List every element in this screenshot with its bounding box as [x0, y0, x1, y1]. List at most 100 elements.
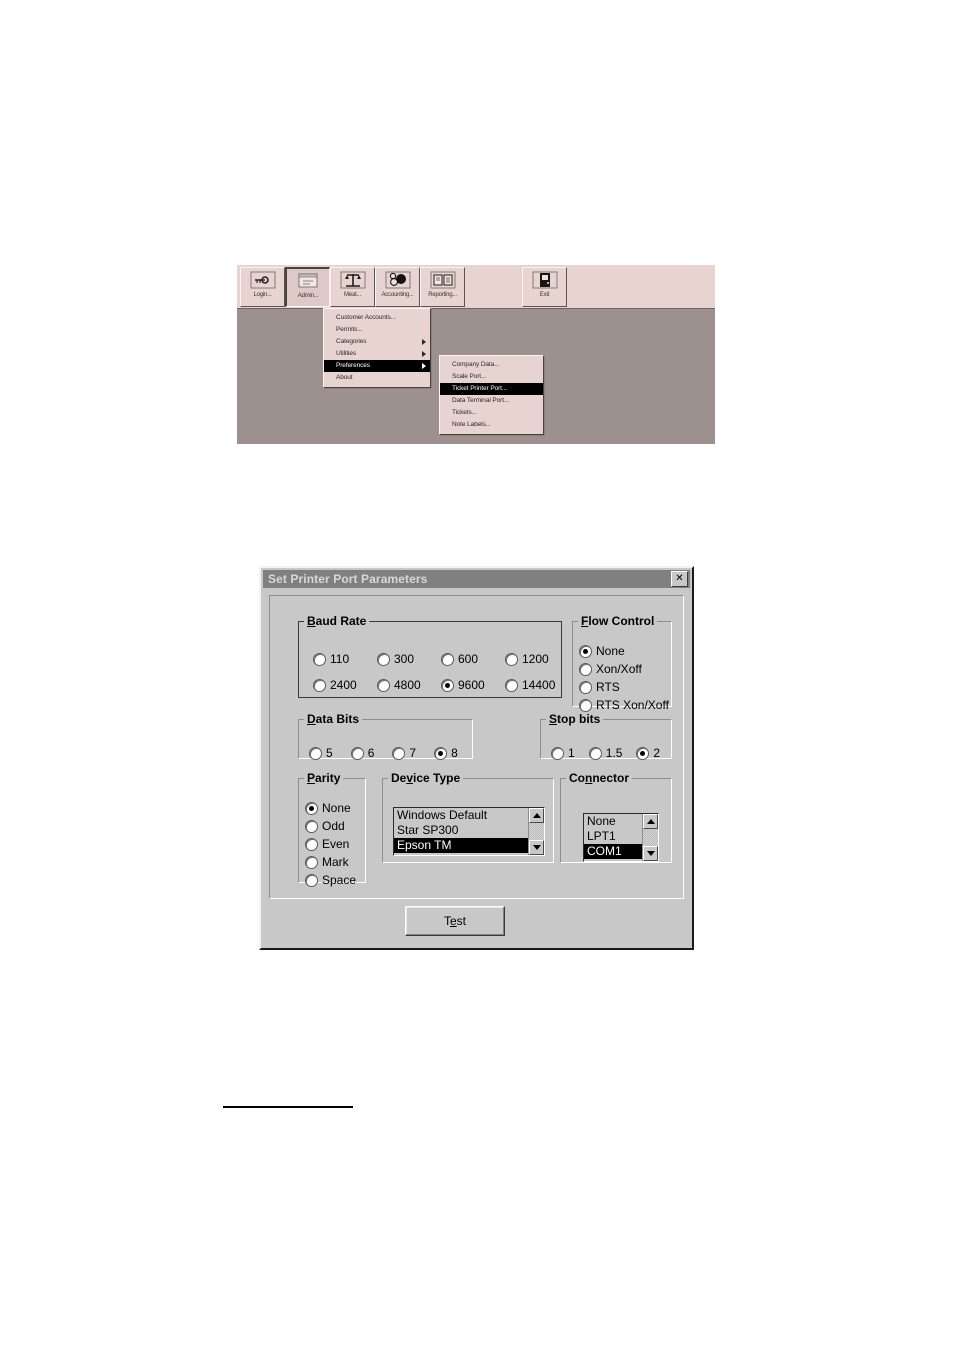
- scroll-down-button[interactable]: [529, 840, 544, 855]
- menu-item-permits[interactable]: Permits...: [324, 324, 430, 336]
- radio-baud-300[interactable]: 300: [377, 652, 419, 666]
- admin-dropdown-menu: Customer Accounts... Permits... Categori…: [323, 308, 431, 388]
- radio-dot: [350, 746, 364, 760]
- dialog-titlebar[interactable]: Set Printer Port Parameters ✕: [263, 570, 690, 588]
- close-icon[interactable]: ✕: [671, 571, 688, 587]
- radio-dot: [313, 678, 326, 692]
- radio-databits-5[interactable]: 5: [309, 746, 333, 760]
- radio-stopbits-1-5[interactable]: 1.5: [588, 746, 622, 760]
- menu-item-label: Company Data...: [452, 361, 500, 368]
- menu-item-utilities[interactable]: Utilities: [324, 348, 430, 360]
- radio-dot: [588, 746, 602, 760]
- radio-baud-1200[interactable]: 1200: [505, 652, 553, 666]
- device-type-listbox[interactable]: Windows Default Star SP300 Epson TM: [393, 807, 545, 856]
- radio-dot: [579, 680, 592, 694]
- toolbar-button-login-label: Login...: [253, 292, 272, 298]
- radio-dot: [305, 855, 318, 869]
- device-type-options: Windows Default Star SP300 Epson TM: [394, 808, 528, 855]
- toolbar-button-admin-label: Admin...: [297, 293, 319, 299]
- radio-flow-rts[interactable]: RTS: [579, 680, 669, 694]
- radio-parity-none[interactable]: None: [305, 801, 356, 815]
- radio-dot: [392, 746, 406, 760]
- triangle-up-icon: [646, 819, 655, 824]
- dialog-title: Set Printer Port Parameters: [268, 572, 428, 586]
- radio-flow-none[interactable]: None: [579, 644, 669, 658]
- radio-label: 6: [367, 746, 375, 760]
- toolbar-button-meat[interactable]: Meat...: [330, 267, 375, 307]
- menu-item-about[interactable]: About: [324, 372, 430, 384]
- scrollbar-track[interactable]: [643, 829, 658, 846]
- scrollbar-track[interactable]: [529, 823, 544, 840]
- stop-bits-group: Stop bits 1 1.5 2: [540, 712, 672, 760]
- radio-dot: [636, 746, 650, 760]
- radio-label: 9600: [458, 678, 485, 692]
- radio-parity-space[interactable]: Space: [305, 873, 356, 887]
- toolbar-button-meat-label: Meat...: [344, 292, 361, 298]
- radio-stopbits-1[interactable]: 1: [551, 746, 575, 760]
- set-printer-port-parameters-dialog: Set Printer Port Parameters ✕ Baud Rate …: [259, 566, 694, 950]
- radio-label: None: [322, 801, 351, 815]
- menu-item-company-data[interactable]: Company Data...: [440, 359, 543, 371]
- radio-baud-14400[interactable]: 14400: [505, 678, 556, 692]
- radio-parity-even[interactable]: Even: [305, 837, 356, 851]
- test-button[interactable]: Test: [405, 906, 505, 936]
- radio-databits-8[interactable]: 8: [434, 746, 458, 760]
- radio-flow-rts-xonxoff[interactable]: RTS Xon/Xoff: [579, 698, 669, 712]
- list-item[interactable]: COM1: [584, 844, 642, 859]
- radio-baud-600[interactable]: 600: [441, 652, 483, 666]
- list-item[interactable]: Epson TM: [394, 838, 528, 853]
- chevron-right-icon: [422, 339, 426, 345]
- scroll-up-button[interactable]: [529, 808, 544, 823]
- toolbar-button-accounting-label: Accounting...: [381, 292, 414, 298]
- menu-item-ticket-printer-port[interactable]: Ticket Printer Port...: [440, 383, 543, 395]
- menu-item-categories[interactable]: Categories: [324, 336, 430, 348]
- toolbar-button-admin[interactable]: Admin...: [285, 267, 330, 307]
- menu-item-customer-accounts[interactable]: Customer Accounts...: [324, 312, 430, 324]
- scroll-up-button[interactable]: [643, 814, 658, 829]
- scale-icon: [340, 271, 365, 289]
- radio-parity-odd[interactable]: Odd: [305, 819, 356, 833]
- toolbar-button-accounting[interactable]: Accounting...: [375, 267, 420, 307]
- menu-item-data-terminal-port[interactable]: Data Terminal Port...: [440, 395, 543, 407]
- radio-baud-110[interactable]: 110: [313, 652, 355, 666]
- radio-databits-6[interactable]: 6: [350, 746, 375, 760]
- list-item[interactable]: None: [584, 814, 642, 829]
- device-type-group: Device Type Windows Default Star SP300 E…: [382, 771, 554, 863]
- radio-label: 14400: [522, 678, 556, 692]
- menu-item-note-labels[interactable]: Note Labels...: [440, 419, 543, 431]
- scroll-down-button[interactable]: [643, 846, 658, 861]
- toolbar-button-reporting[interactable]: Reporting...: [420, 267, 465, 307]
- connector-scrollbar[interactable]: [642, 814, 658, 861]
- radio-dot: [377, 652, 390, 666]
- radio-flow-xonxoff[interactable]: Xon/Xoff: [579, 662, 669, 676]
- radio-label: Even: [322, 837, 350, 851]
- radio-dot: [579, 644, 592, 658]
- radio-databits-7[interactable]: 7: [392, 746, 416, 760]
- radio-dot: [305, 837, 318, 851]
- radio-baud-9600[interactable]: 9600: [441, 678, 485, 692]
- list-item[interactable]: LPT1: [584, 829, 642, 844]
- menu-item-label: Scale Port...: [452, 373, 487, 380]
- radio-label: 1200: [522, 652, 549, 666]
- radio-stopbits-2[interactable]: 2: [636, 746, 660, 760]
- stop-bits-legend: Stop bits: [549, 712, 601, 726]
- connector-listbox[interactable]: None LPT1 COM1: [583, 813, 659, 862]
- radio-baud-4800[interactable]: 4800: [377, 678, 421, 692]
- radio-label: 600: [458, 652, 479, 666]
- radio-dot: [579, 662, 592, 676]
- radio-parity-mark[interactable]: Mark: [305, 855, 356, 869]
- menu-item-preferences[interactable]: Preferences: [324, 360, 430, 372]
- radio-dot: [377, 678, 390, 692]
- device-type-scrollbar[interactable]: [528, 808, 544, 855]
- toolbar-button-login[interactable]: Login...: [240, 267, 285, 307]
- connector-legend: Connector: [569, 771, 630, 785]
- menu-item-scale-port[interactable]: Scale Port...: [440, 371, 543, 383]
- menu-item-label: Preferences: [336, 362, 370, 369]
- toolbar-button-exit[interactable]: Exit: [522, 267, 567, 307]
- list-item[interactable]: Windows Default: [394, 808, 528, 823]
- list-item[interactable]: Star SP300: [394, 823, 528, 838]
- radio-baud-2400[interactable]: 2400: [313, 678, 357, 692]
- menu-item-label: Ticket Printer Port...: [452, 385, 507, 392]
- menu-item-tickets[interactable]: Tickets...: [440, 407, 543, 419]
- parity-legend: Parity: [307, 771, 341, 785]
